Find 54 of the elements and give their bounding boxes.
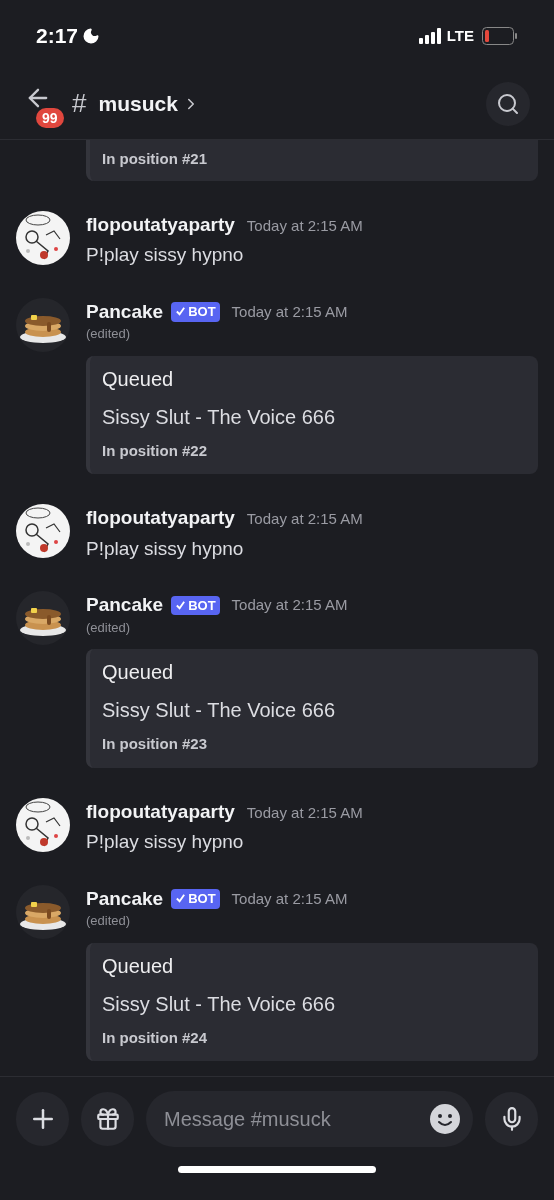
message-timestamp: Today at 2:15 AM — [231, 595, 348, 615]
edited-label: (edited) — [86, 618, 132, 637]
edited-label: (edited) — [86, 912, 132, 930]
signal-icon — [418, 28, 443, 44]
check-icon — [175, 306, 187, 318]
badge-label: BOT — [188, 596, 216, 615]
embed-description: Sissy Slut - The Voice 666 — [102, 404, 337, 430]
gift-icon — [94, 1105, 121, 1132]
emoji-icon[interactable] — [429, 1102, 461, 1135]
edited-label: (edited) — [86, 325, 132, 343]
check-icon — [175, 893, 187, 905]
author-name[interactable]: flopoutatyaparty — [86, 504, 235, 533]
unread-badge: 99 — [36, 107, 64, 128]
author-name[interactable]: flopoutatyaparty — [86, 210, 235, 239]
message-text: P!play sissy hypno — [86, 243, 245, 267]
moon-icon — [82, 27, 101, 45]
channel-name[interactable]: musuck — [98, 87, 178, 120]
message-timestamp: Today at 2:15 AM — [231, 301, 348, 322]
badge-label: BOT — [188, 890, 216, 908]
pancake-icon — [16, 297, 70, 352]
message-text: P!play sissy hypno — [86, 830, 245, 854]
author-name[interactable]: Pancake — [86, 884, 164, 913]
badge-label: BOT — [188, 303, 216, 321]
embed-title: Queued — [102, 366, 175, 392]
author-name[interactable]: Pancake — [86, 591, 164, 620]
microphone-button[interactable] — [485, 1091, 538, 1146]
message-bar[interactable]: Message #musuck — [146, 1090, 473, 1147]
message-text: P!play sissy hypno — [86, 536, 245, 561]
message-timestamp: Today at 2:15 AM — [231, 888, 348, 909]
message-timestamp: Today at 2:15 AM — [246, 215, 363, 236]
embed-description: Sissy Slut - The Voice 666 — [102, 698, 337, 723]
message-timestamp: Today at 2:15 AM — [246, 802, 363, 823]
pancake-icon — [16, 591, 70, 645]
embed-title: Queued — [102, 660, 175, 685]
message-field[interactable]: Message #musuck — [164, 1103, 429, 1134]
message-timestamp: Today at 2:15 AM — [246, 509, 363, 529]
search-icon — [496, 91, 520, 116]
network-label: LTE — [446, 25, 474, 46]
battery-icon — [482, 27, 518, 45]
gift-button[interactable] — [81, 1091, 134, 1146]
embed-footer: In position #22 — [102, 439, 526, 462]
embed-footer: In position #24 — [102, 1026, 526, 1049]
embed-description: Sissy Slut - The Voice 666 — [102, 991, 337, 1017]
embed-footer: In position #21 — [102, 148, 526, 171]
check-icon — [175, 599, 187, 611]
channel-hash: # — [72, 87, 87, 120]
add-button[interactable] — [16, 1091, 69, 1146]
search-button[interactable] — [486, 81, 530, 126]
pancake-icon — [16, 884, 70, 939]
author-name[interactable]: flopoutatyaparty — [86, 797, 235, 826]
embed-footer: In position #23 — [102, 733, 526, 756]
status-time: 2:17 — [36, 23, 79, 50]
embed-title: Queued — [102, 953, 175, 979]
author-name[interactable]: Pancake — [86, 297, 164, 326]
